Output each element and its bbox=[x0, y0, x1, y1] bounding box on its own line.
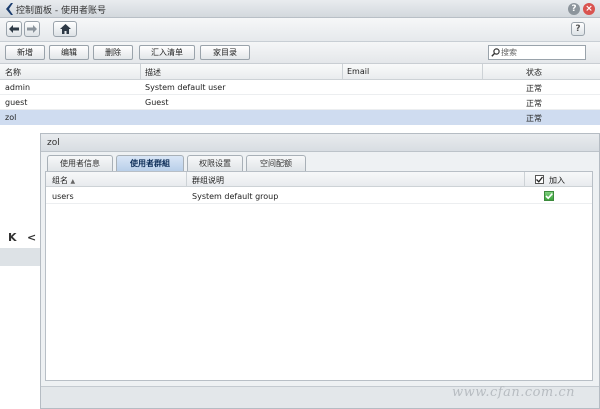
users-table-header: 名称 描述 Email 状态 bbox=[0, 64, 600, 80]
column-header-group[interactable]: 组名 ▲ bbox=[52, 175, 75, 186]
check-icon bbox=[545, 193, 553, 200]
join-group-checkbox[interactable] bbox=[544, 191, 554, 201]
home-button[interactable] bbox=[53, 21, 77, 37]
column-header-join: 加入 bbox=[549, 176, 565, 185]
pagination: K < bbox=[0, 226, 40, 248]
status-bar bbox=[0, 248, 40, 266]
cell-status: 正常 bbox=[526, 114, 542, 123]
window-titlebar: 控制面板 - 使用者账号 ? × bbox=[0, 0, 600, 18]
table-row[interactable]: users System default group bbox=[46, 188, 592, 204]
table-row[interactable]: guest Guest 正常 bbox=[0, 95, 600, 110]
search-icon bbox=[491, 48, 500, 57]
check-icon bbox=[536, 176, 543, 183]
back-button[interactable] bbox=[6, 21, 22, 37]
groups-table-header: 组名 ▲ 群组说明 加入 bbox=[46, 172, 592, 187]
dialog-titlebar: zol bbox=[41, 134, 599, 152]
arrow-right-icon bbox=[27, 25, 37, 33]
previous-page-button[interactable]: < bbox=[27, 231, 36, 244]
import-list-button[interactable]: 汇入清单 bbox=[139, 45, 195, 60]
watermark: www.cfan.com.cn bbox=[452, 385, 576, 400]
column-header-status[interactable]: 状态 bbox=[526, 67, 542, 78]
column-header-group-label: 组名 bbox=[52, 176, 68, 185]
app-logo-icon bbox=[6, 3, 13, 15]
cell-name: zol bbox=[5, 113, 17, 122]
search-placeholder: 搜索 bbox=[501, 48, 517, 57]
tab-user-groups[interactable]: 使用者群組 bbox=[116, 155, 184, 171]
user-edit-dialog: zol 使用者信息 使用者群組 权限设置 空间配额 组名 ▲ 群组说明 加入 u… bbox=[40, 133, 600, 409]
delete-button[interactable]: 删除 bbox=[93, 45, 133, 60]
home-directory-button[interactable]: 家目录 bbox=[200, 45, 250, 60]
column-divider bbox=[524, 172, 525, 187]
arrow-left-icon bbox=[9, 25, 19, 33]
first-page-button[interactable]: K bbox=[8, 231, 17, 244]
title-close-button[interactable]: × bbox=[583, 3, 595, 15]
column-divider bbox=[482, 64, 483, 80]
sort-ascending-icon: ▲ bbox=[70, 178, 76, 185]
cell-name: guest bbox=[5, 98, 28, 107]
add-button[interactable]: 新增 bbox=[5, 45, 45, 60]
table-row[interactable]: zol 正常 bbox=[0, 110, 600, 125]
cell-group-description: System default group bbox=[192, 192, 279, 201]
column-divider bbox=[342, 64, 343, 80]
title-help-button[interactable]: ? bbox=[568, 3, 580, 15]
groups-panel: 组名 ▲ 群组说明 加入 users System default group bbox=[45, 171, 593, 381]
column-header-group-description[interactable]: 群组说明 bbox=[192, 175, 224, 186]
select-all-checkbox[interactable] bbox=[535, 175, 544, 184]
home-icon bbox=[59, 24, 71, 34]
column-header-email[interactable]: Email bbox=[347, 67, 369, 76]
help-button[interactable]: ? bbox=[571, 22, 585, 36]
tab-quota[interactable]: 空间配额 bbox=[246, 155, 306, 171]
cell-description: Guest bbox=[145, 98, 169, 107]
column-header-description[interactable]: 描述 bbox=[145, 67, 161, 78]
search-input[interactable]: 搜索 bbox=[488, 45, 586, 60]
cell-status: 正常 bbox=[526, 99, 542, 108]
edit-button[interactable]: 编辑 bbox=[49, 45, 89, 60]
forward-button[interactable] bbox=[24, 21, 40, 37]
cell-group-name: users bbox=[52, 192, 74, 201]
column-divider bbox=[186, 172, 187, 187]
tab-user-info[interactable]: 使用者信息 bbox=[47, 155, 113, 171]
cell-name: admin bbox=[5, 83, 31, 92]
cell-description: System default user bbox=[145, 83, 226, 92]
dialog-title: zol bbox=[47, 138, 60, 148]
cell-status: 正常 bbox=[526, 84, 542, 93]
column-divider bbox=[140, 64, 141, 80]
window-title: 控制面板 - 使用者账号 bbox=[16, 6, 106, 16]
column-header-name[interactable]: 名称 bbox=[5, 67, 21, 78]
table-row[interactable]: admin System default user 正常 bbox=[0, 80, 600, 95]
navigation-bar: ? bbox=[0, 18, 600, 42]
tab-permissions[interactable]: 权限设置 bbox=[187, 155, 243, 171]
toolbar: 新增 编辑 删除 汇入清单 家目录 搜索 bbox=[0, 42, 600, 64]
